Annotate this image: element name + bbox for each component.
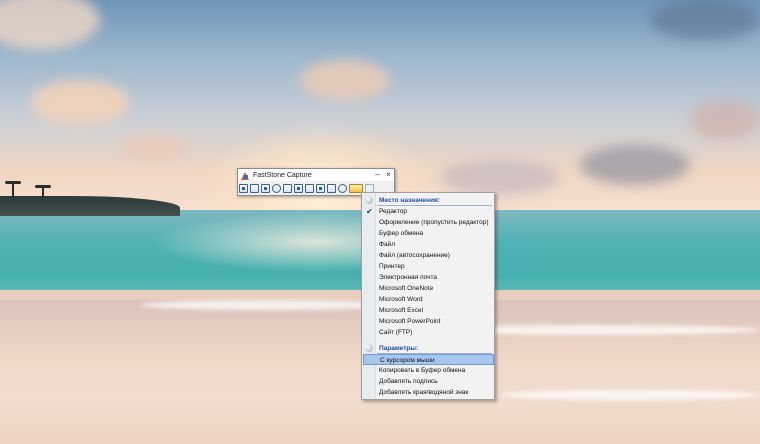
cloud (300, 60, 390, 100)
capture-scrolling-window-icon[interactable] (294, 183, 303, 193)
options-icon (365, 344, 373, 352)
capture-toolbar (239, 182, 376, 194)
menu-item-label: Добавлять края/водяной знак (379, 389, 469, 396)
checkmark-icon: ✔ (366, 207, 373, 216)
menu-item-label: Оформление (пропустить редактор) (379, 219, 489, 226)
cloud (690, 100, 760, 140)
menu-item-label: Файл (автосохранение) (379, 252, 450, 259)
capture-full-screen-icon[interactable] (283, 183, 292, 193)
menu-item-email[interactable]: Электронная почта (363, 272, 494, 283)
menu-item-file-autosave[interactable]: Файл (автосохранение) (363, 250, 494, 261)
cloud (120, 135, 190, 160)
cloud (440, 160, 560, 195)
cloud (580, 145, 690, 185)
menu-item-copy-to-clipboard[interactable]: Копировать в Буфер обмена (363, 365, 494, 376)
window-title: FastStone Capture (253, 171, 312, 179)
options-section-header: Параметры: (362, 342, 494, 354)
minimize-button[interactable]: – (372, 169, 383, 181)
wave-foam (500, 390, 760, 400)
menu-item-onenote[interactable]: Microsoft OneNote (363, 283, 494, 294)
palm-leaf (5, 181, 21, 184)
screen-recorder-icon[interactable] (316, 183, 325, 193)
menu-item-word[interactable]: Microsoft Word (363, 294, 494, 305)
menu-item-label: Microsoft OneNote (379, 285, 434, 292)
menu-item-add-edge-watermark[interactable]: Добавлять края/водяной знак (363, 387, 494, 398)
cloud (650, 0, 760, 40)
menu-item-ftp[interactable]: Сайт (FTP) (363, 327, 494, 338)
menu-item-with-mouse-cursor[interactable]: С курсором мыши (363, 354, 494, 365)
menu-item-printer[interactable]: Принтер (363, 261, 494, 272)
faststone-logo-icon (241, 171, 250, 180)
menu-item-draw-skip-editor[interactable]: Оформление (пропустить редактор) (363, 217, 494, 228)
menu-item-label: Редактор (379, 208, 407, 215)
menu-item-label: Принтер (379, 263, 405, 270)
palm-leaf (35, 185, 51, 188)
menu-item-label: Копировать в Буфер обмена (379, 367, 466, 374)
menu-item-label: Электронная почта (379, 274, 438, 281)
menu-item-label: Сайт (FTP) (379, 329, 413, 336)
destination-section-header: Место назначения: (362, 194, 494, 206)
menu-item-file[interactable]: Файл (363, 239, 494, 250)
window-controls: – × (372, 169, 394, 181)
palm-tree (12, 182, 14, 198)
capture-window-object-icon[interactable] (250, 183, 259, 193)
menu-item-excel[interactable]: Microsoft Excel (363, 305, 494, 316)
menu-item-clipboard[interactable]: Буфер обмена (363, 228, 494, 239)
menu-item-powerpoint[interactable]: Microsoft PowerPoint (363, 316, 494, 327)
capture-freehand-region-icon[interactable] (272, 183, 281, 193)
menu-item-label: Файл (379, 241, 395, 248)
options-header-label: Параметры: (379, 344, 419, 352)
destination-header-label: Место назначения: (379, 196, 440, 204)
menu-item-label: Добавлять подпись (379, 378, 438, 385)
menu-item-label: Microsoft Word (379, 296, 423, 303)
menu-item-editor[interactable]: ✔ Редактор (363, 206, 494, 217)
video-recorder-icon[interactable] (327, 183, 336, 193)
menu-item-label: Буфер обмена (379, 230, 424, 237)
cloud (30, 80, 130, 125)
output-destination-menu: Место назначения: ✔ Редактор Оформление … (361, 192, 495, 400)
capture-active-window-icon[interactable] (239, 183, 248, 193)
menu-item-label: Microsoft PowerPoint (379, 318, 441, 325)
destination-icon (365, 196, 373, 204)
capture-fixed-region-icon[interactable] (305, 183, 314, 193)
menu-item-add-caption[interactable]: Добавлять подпись (363, 376, 494, 387)
menu-item-label: Microsoft Excel (379, 307, 424, 314)
title-bar[interactable]: FastStone Capture – × (238, 169, 394, 181)
delay-timer-icon[interactable] (338, 183, 347, 193)
capture-rectangular-region-icon[interactable] (261, 183, 270, 193)
close-button[interactable]: × (383, 169, 394, 181)
